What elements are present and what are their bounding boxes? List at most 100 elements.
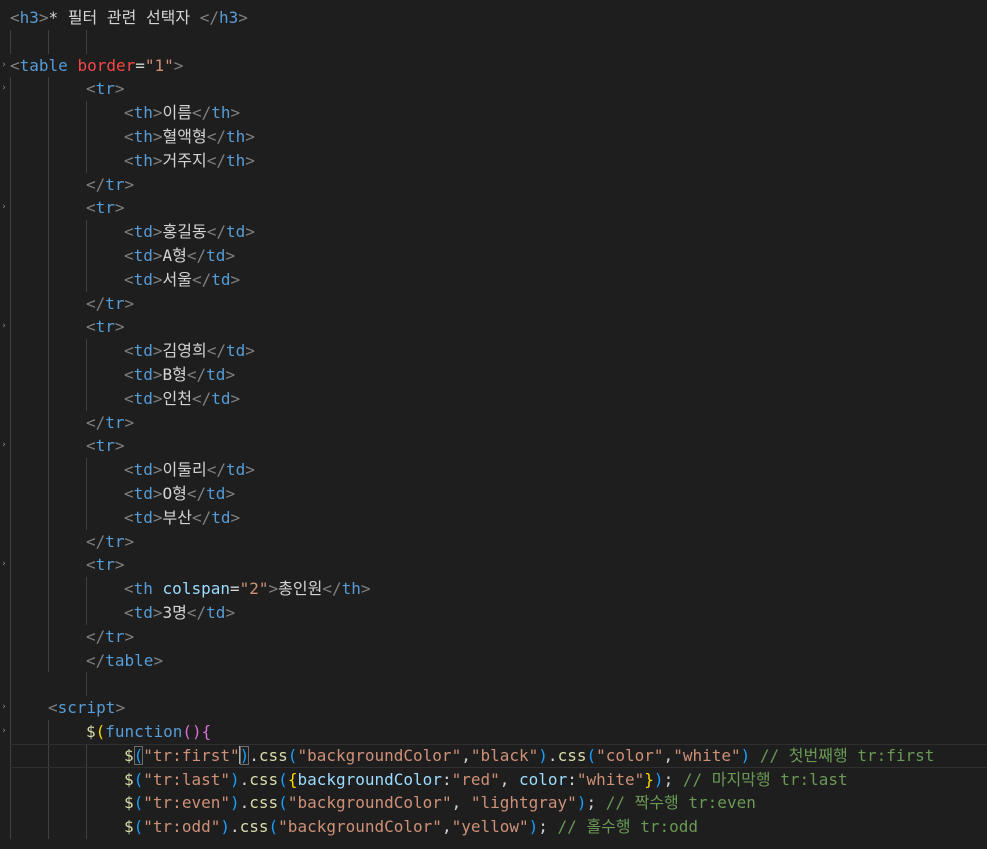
code-line[interactable] (0, 30, 987, 54)
code-token: "lightgray" (470, 793, 577, 813)
code-line[interactable]: › <script> (0, 696, 987, 720)
code-token: th (225, 127, 246, 146)
code-token: color (519, 769, 568, 789)
code-line[interactable]: <td>인천</td> (0, 387, 987, 411)
code-token: </ (192, 388, 212, 408)
code-token: // 첫번째행 tr:first (759, 745, 935, 765)
code-line[interactable]: › <table border="1"> (0, 54, 987, 78)
code-line[interactable]: <td>이둘리</td> (0, 458, 987, 482)
code-token: > (124, 412, 135, 432)
code-token: "white" (576, 769, 645, 789)
chevron-right-icon[interactable]: › (0, 553, 8, 577)
code-text: $("tr:last").css({backgroundColor:"red",… (124, 768, 848, 792)
code-token: td (225, 460, 246, 480)
code-token: css (249, 769, 279, 789)
code-editor[interactable]: <h3>* 필터 관련 선택자 </h3> › <table border="1">… (0, 0, 987, 849)
code-token: = (135, 55, 145, 75)
chevron-right-icon[interactable]: › (0, 720, 8, 744)
code-line[interactable]: <td>부산</td> (0, 506, 987, 530)
code-token: ( (287, 745, 298, 765)
code-line[interactable]: › $(function(){ (0, 720, 987, 744)
chevron-right-icon[interactable]: › (0, 696, 8, 720)
code-token: </ (192, 103, 212, 123)
code-token: td (211, 388, 231, 408)
code-line[interactable]: › <tr> (0, 434, 987, 458)
code-line[interactable] (0, 672, 987, 696)
code-token: > (152, 246, 163, 265)
code-token: </ (86, 650, 106, 670)
code-line[interactable]: › <tr> (0, 77, 987, 101)
code-token: </ (192, 269, 212, 289)
code-token: : (567, 769, 577, 789)
code-line[interactable]: <td>김영희</td> (0, 339, 987, 363)
code-line[interactable]: <h3>* 필터 관련 선택자 </h3> (0, 6, 987, 30)
code-token: > (124, 626, 135, 646)
code-token: 3명 (162, 603, 187, 622)
code-token: * 필터 관련 선택자 (48, 8, 200, 27)
code-token: < (124, 246, 134, 265)
code-line[interactable]: </table> (0, 649, 987, 673)
code-token: < (86, 555, 96, 575)
code-token: th (133, 103, 153, 123)
code-token: > (152, 103, 163, 123)
code-line[interactable]: </tr> (0, 530, 987, 554)
code-token: > (152, 222, 163, 242)
chevron-right-icon[interactable]: › (0, 196, 8, 220)
code-line[interactable]: › <tr> (0, 315, 987, 339)
code-token: ; (586, 793, 606, 813)
code-token: function (105, 722, 183, 741)
code-token: tr (95, 436, 115, 456)
code-token: td (211, 269, 231, 289)
code-token: td (133, 222, 153, 242)
code-token: "red" (451, 769, 500, 789)
code-token: ( (133, 793, 144, 813)
code-line[interactable]: $("tr:odd").css("backgroundColor","yello… (0, 815, 987, 839)
code-token: < (124, 460, 134, 480)
code-text: <td>홍길동</td> (124, 220, 255, 244)
code-line[interactable]: <td>O형</td> (0, 482, 987, 506)
code-token: < (124, 365, 134, 384)
code-line[interactable]: </tr> (0, 411, 987, 435)
code-line[interactable]: <th>이름</th> (0, 101, 987, 125)
code-token: tr (95, 198, 115, 218)
code-line[interactable]: <th>혈액형</th> (0, 125, 987, 149)
code-line[interactable]: </tr> (0, 625, 987, 649)
code-token: tr (105, 412, 125, 432)
code-line[interactable]: </tr> (0, 173, 987, 197)
chevron-right-icon[interactable]: › (0, 315, 8, 339)
code-text: <td>A형</td> (124, 244, 235, 268)
code-line[interactable]: › <tr> (0, 196, 987, 220)
code-line[interactable]: $("tr:first").css("backgroundColor","bla… (0, 744, 987, 768)
code-token: 서울 (162, 269, 192, 289)
code-token: tr (105, 174, 125, 194)
code-token: 인천 (162, 388, 192, 408)
code-line[interactable]: $("tr:last").css({backgroundColor:"red",… (0, 768, 987, 792)
code-token: "backgroundColor" (297, 745, 462, 765)
code-line[interactable]: </tr> (0, 292, 987, 316)
chevron-right-icon[interactable]: › (0, 54, 8, 78)
code-token: > (152, 269, 163, 289)
code-token: </ (86, 626, 106, 646)
chevron-right-icon[interactable]: › (0, 77, 8, 101)
code-token: tr (105, 293, 125, 313)
code-line[interactable]: $("tr:even").css("backgroundColor", "lig… (0, 791, 987, 815)
code-line[interactable]: › <tr> (0, 553, 987, 577)
code-token: > (152, 460, 163, 480)
code-token: // 홀수행 tr:odd (557, 817, 699, 837)
code-token: ) (653, 769, 664, 789)
code-line[interactable]: <td>3명</td> (0, 601, 987, 625)
code-token: { (287, 769, 298, 789)
code-token: "tr:even" (143, 793, 230, 813)
code-line[interactable]: <td>서울</td> (0, 268, 987, 292)
code-line[interactable]: <td>B형</td> (0, 363, 987, 387)
code-token: </ (206, 127, 226, 146)
code-token: td (211, 507, 231, 527)
chevron-right-icon[interactable]: › (0, 434, 8, 458)
code-line[interactable]: <td>홍길동</td> (0, 220, 987, 244)
code-line[interactable]: <td>A형</td> (0, 244, 987, 268)
code-token: > (152, 603, 163, 622)
code-line[interactable]: <th colspan="2">총인원</th> (0, 577, 987, 601)
code-token: td (133, 507, 153, 527)
code-line[interactable]: <th>거주지</th> (0, 149, 987, 173)
